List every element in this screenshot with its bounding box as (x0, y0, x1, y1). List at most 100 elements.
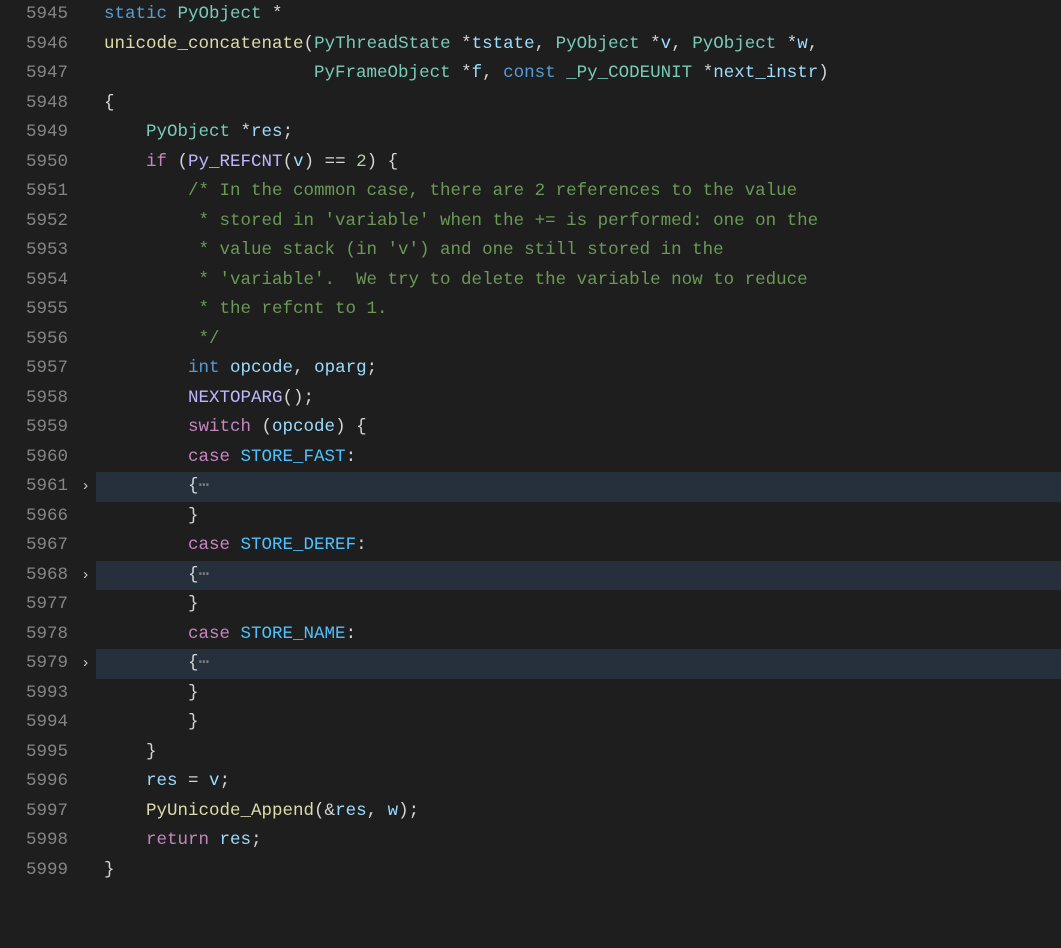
code-line[interactable]: case STORE_NAME: (96, 620, 1061, 650)
code-token: ( (251, 417, 272, 437)
code-token (104, 152, 146, 172)
code-line[interactable]: { (96, 89, 1061, 119)
code-token: res (335, 801, 367, 821)
code-line[interactable]: case STORE_DEREF: (96, 531, 1061, 561)
code-line[interactable]: } (96, 708, 1061, 738)
code-token: oparg (314, 358, 367, 378)
code-token: STORE_DEREF (241, 535, 357, 555)
code-line[interactable]: * the refcnt to 1. (96, 295, 1061, 325)
line-number: 5952 (0, 207, 96, 237)
code-line[interactable]: } (96, 738, 1061, 768)
code-token: , (671, 34, 692, 54)
code-token: * (692, 63, 713, 83)
code-token: res (220, 830, 252, 850)
line-number: 5948 (0, 89, 96, 119)
line-number: 5978 (0, 620, 96, 650)
code-token (104, 594, 188, 614)
code-token: return (146, 830, 209, 850)
code-token: unicode_concatenate (104, 34, 304, 54)
code-token (104, 565, 188, 585)
code-token: ) { (367, 152, 399, 172)
code-token: * (640, 34, 661, 54)
code-token: PyObject (556, 34, 640, 54)
code-line[interactable]: if (Py_REFCNT(v) == 2) { (96, 148, 1061, 178)
code-line[interactable]: PyUnicode_Append(&res, w); (96, 797, 1061, 827)
code-token: : (346, 447, 357, 467)
code-line[interactable]: switch (opcode) { (96, 413, 1061, 443)
code-token: ; (220, 771, 231, 791)
line-number: 5958 (0, 384, 96, 414)
code-token (104, 476, 188, 496)
code-token: , (808, 34, 819, 54)
line-number: 5954 (0, 266, 96, 296)
code-token: v (293, 152, 304, 172)
code-token: case (188, 624, 230, 644)
code-line[interactable]: PyObject *res; (96, 118, 1061, 148)
code-token: opcode (272, 417, 335, 437)
code-token: 2 (356, 152, 367, 172)
code-token: PyObject (178, 4, 262, 24)
line-number: 5961› (0, 472, 96, 502)
code-token: ; (251, 830, 262, 850)
code-area[interactable]: static PyObject *unicode_concatenate(PyT… (96, 0, 1061, 948)
code-token: * stored in 'variable' when the += is pe… (188, 211, 818, 231)
code-token: * (776, 34, 797, 54)
code-line[interactable]: res = v; (96, 767, 1061, 797)
code-editor[interactable]: 5945594659475948594959505951595259535954… (0, 0, 1061, 948)
code-token: * (262, 4, 283, 24)
code-token (104, 683, 188, 703)
code-token: res (146, 771, 178, 791)
code-token: ) (818, 63, 829, 83)
code-token: PyObject (146, 122, 230, 142)
code-token: ( (304, 34, 315, 54)
code-line[interactable]: {⋯ (96, 649, 1061, 679)
code-token (104, 388, 188, 408)
code-line[interactable]: } (96, 679, 1061, 709)
code-line[interactable]: static PyObject * (96, 0, 1061, 30)
code-line[interactable]: } (96, 502, 1061, 532)
code-token: , (482, 63, 503, 83)
code-token: if (146, 152, 167, 172)
code-token (104, 506, 188, 526)
code-token: (); (283, 388, 315, 408)
code-token: switch (188, 417, 251, 437)
code-line[interactable]: } (96, 590, 1061, 620)
code-token: } (104, 860, 115, 880)
code-line[interactable]: return res; (96, 826, 1061, 856)
code-line[interactable]: * 'variable'. We try to delete the varia… (96, 266, 1061, 296)
code-line[interactable]: unicode_concatenate(PyThreadState *tstat… (96, 30, 1061, 60)
fold-chevron-icon[interactable]: › (81, 472, 90, 502)
code-token: } (188, 506, 199, 526)
code-token (104, 270, 188, 290)
code-line[interactable]: */ (96, 325, 1061, 355)
fold-chevron-icon[interactable]: › (81, 561, 90, 591)
code-line[interactable]: {⋯ (96, 561, 1061, 591)
code-token (220, 358, 231, 378)
line-number: 5994 (0, 708, 96, 738)
code-token: opcode (230, 358, 293, 378)
code-token: ⋯ (199, 476, 210, 496)
code-line[interactable]: PyFrameObject *f, const _Py_CODEUNIT *ne… (96, 59, 1061, 89)
code-token: ); (398, 801, 419, 821)
code-line[interactable]: /* In the common case, there are 2 refer… (96, 177, 1061, 207)
code-token: } (146, 742, 157, 762)
code-line[interactable]: {⋯ (96, 472, 1061, 502)
code-token: w (797, 34, 808, 54)
code-token: { (104, 93, 115, 113)
line-number: 5977 (0, 590, 96, 620)
code-token (556, 63, 567, 83)
line-number: 5998 (0, 826, 96, 856)
line-number: 5956 (0, 325, 96, 355)
code-token: v (661, 34, 672, 54)
code-line[interactable]: * stored in 'variable' when the += is pe… (96, 207, 1061, 237)
fold-chevron-icon[interactable]: › (81, 649, 90, 679)
code-token: case (188, 535, 230, 555)
line-number: 5950 (0, 148, 96, 178)
code-line[interactable]: } (96, 856, 1061, 886)
code-line[interactable]: int opcode, oparg; (96, 354, 1061, 384)
line-number: 5953 (0, 236, 96, 266)
code-line[interactable]: NEXTOPARG(); (96, 384, 1061, 414)
code-line[interactable]: * value stack (in 'v') and one still sto… (96, 236, 1061, 266)
code-line[interactable]: case STORE_FAST: (96, 443, 1061, 473)
code-token (104, 742, 146, 762)
